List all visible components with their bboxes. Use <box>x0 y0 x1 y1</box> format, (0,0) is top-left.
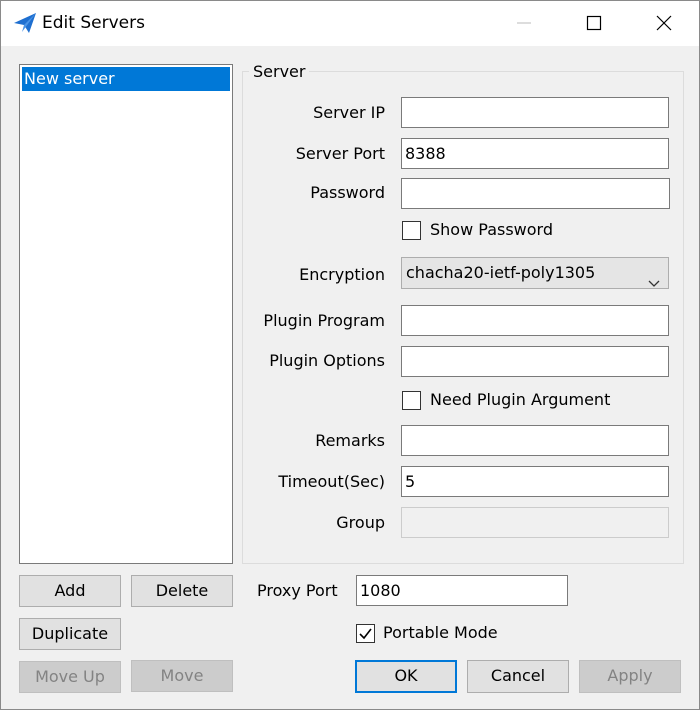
move-up-button[interactable]: Move Up <box>19 661 121 693</box>
minimize-icon <box>517 22 531 24</box>
server-port-input[interactable]: 8388 <box>401 138 669 169</box>
encryption-select[interactable]: chacha20-ietf-poly1305 <box>401 257 669 289</box>
plugin-options-label: Plugin Options <box>269 351 385 370</box>
timeout-label: Timeout(Sec) <box>278 472 385 491</box>
need-plugin-argument-checkbox[interactable] <box>402 391 421 410</box>
remarks-input[interactable] <box>401 425 669 456</box>
delete-button[interactable]: Delete <box>131 575 233 607</box>
show-password-checkbox[interactable] <box>402 221 421 240</box>
add-button[interactable]: Add <box>19 575 121 607</box>
plugin-options-input[interactable] <box>401 346 669 377</box>
proxy-port-input[interactable]: 1080 <box>356 575 568 606</box>
portable-mode-label: Portable Mode <box>383 623 498 642</box>
server-list[interactable]: New server <box>19 64 233 564</box>
server-port-label: Server Port <box>295 144 385 163</box>
minimize-button[interactable] <box>489 1 559 46</box>
server-group-title: Server <box>249 62 310 81</box>
maximize-button[interactable] <box>559 1 629 46</box>
encryption-label: Encryption <box>299 265 385 284</box>
plugin-program-label: Plugin Program <box>263 311 385 330</box>
server-ip-label: Server IP <box>313 103 385 122</box>
maximize-icon <box>586 15 602 31</box>
group-label: Group <box>336 513 385 532</box>
server-list-item[interactable]: New server <box>22 67 230 91</box>
move-down-button[interactable]: Move <box>131 660 233 692</box>
plugin-program-input[interactable] <box>401 305 669 336</box>
close-icon <box>656 15 672 31</box>
password-input[interactable] <box>401 178 670 209</box>
edit-servers-window: Edit Servers New server Server Server IP… <box>0 0 700 710</box>
cancel-button[interactable]: Cancel <box>467 660 569 693</box>
chevron-down-icon <box>648 268 660 298</box>
proxy-port-label: Proxy Port <box>257 581 338 600</box>
portable-mode-checkbox[interactable] <box>356 624 375 643</box>
timeout-input[interactable]: 5 <box>401 466 669 497</box>
checkmark-icon <box>359 628 372 640</box>
need-plugin-argument-label: Need Plugin Argument <box>430 390 611 409</box>
remarks-label: Remarks <box>315 431 385 450</box>
title-bar[interactable]: Edit Servers <box>1 1 699 46</box>
encryption-value: chacha20-ietf-poly1305 <box>406 263 596 282</box>
duplicate-button[interactable]: Duplicate <box>19 618 121 650</box>
apply-button[interactable]: Apply <box>579 660 681 693</box>
paper-plane-icon <box>13 12 37 34</box>
show-password-label: Show Password <box>430 220 553 239</box>
window-title: Edit Servers <box>42 13 145 33</box>
password-label: Password <box>310 183 385 202</box>
close-button[interactable] <box>629 1 699 46</box>
ok-button[interactable]: OK <box>355 660 457 693</box>
group-input <box>401 507 669 538</box>
server-ip-input[interactable] <box>401 97 669 128</box>
